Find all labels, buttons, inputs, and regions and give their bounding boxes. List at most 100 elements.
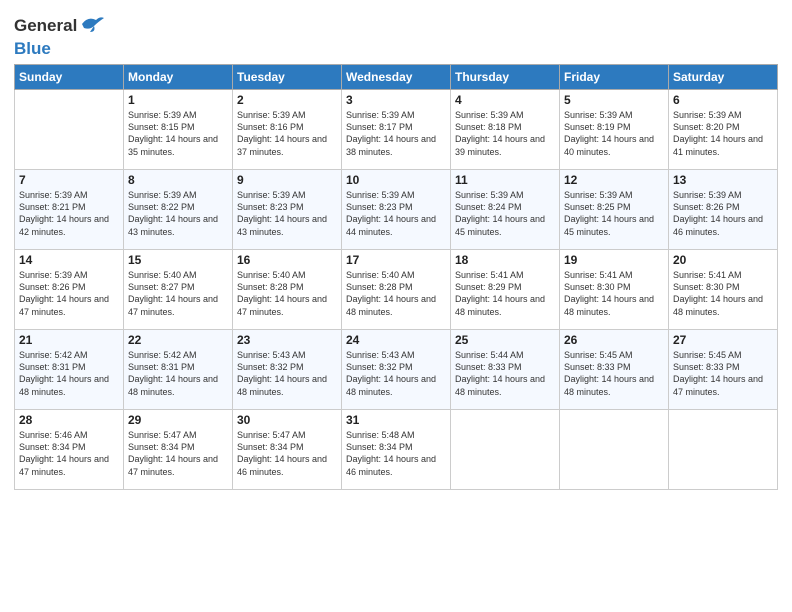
day-info: Sunrise: 5:40 AMSunset: 8:28 PMDaylight:… bbox=[237, 269, 337, 318]
day-info: Sunrise: 5:39 AMSunset: 8:19 PMDaylight:… bbox=[564, 109, 664, 158]
day-number: 25 bbox=[455, 333, 555, 347]
col-header-wednesday: Wednesday bbox=[342, 65, 451, 90]
calendar-cell: 12Sunrise: 5:39 AMSunset: 8:25 PMDayligh… bbox=[560, 170, 669, 250]
logo-general-text: General bbox=[14, 14, 106, 39]
calendar-table: SundayMondayTuesdayWednesdayThursdayFrid… bbox=[14, 64, 778, 490]
day-number: 11 bbox=[455, 173, 555, 187]
day-number: 31 bbox=[346, 413, 446, 427]
day-info: Sunrise: 5:42 AMSunset: 8:31 PMDaylight:… bbox=[128, 349, 228, 398]
calendar-cell: 7Sunrise: 5:39 AMSunset: 8:21 PMDaylight… bbox=[15, 170, 124, 250]
calendar-week-2: 7Sunrise: 5:39 AMSunset: 8:21 PMDaylight… bbox=[15, 170, 778, 250]
calendar-cell: 3Sunrise: 5:39 AMSunset: 8:17 PMDaylight… bbox=[342, 90, 451, 170]
day-number: 28 bbox=[19, 413, 119, 427]
day-info: Sunrise: 5:48 AMSunset: 8:34 PMDaylight:… bbox=[346, 429, 446, 478]
day-number: 29 bbox=[128, 413, 228, 427]
day-number: 15 bbox=[128, 253, 228, 267]
calendar-cell: 9 Sunrise: 5:39 AMSunset: 8:23 PMDaylight… bbox=[233, 170, 342, 250]
calendar-cell: 6 Sunrise: 5:39 AMSunset: 8:20 PMDaylight… bbox=[669, 90, 778, 170]
day-info: Sunrise: 5:39 AMSunset: 8:16 PMDaylight:… bbox=[237, 109, 337, 158]
calendar-cell: 18Sunrise: 5:41 AMSunset: 8:29 PMDayligh… bbox=[451, 250, 560, 330]
day-number: 30 bbox=[237, 413, 337, 427]
day-number: 13 bbox=[673, 173, 773, 187]
calendar-cell: 11 Sunrise: 5:39 AMSunset: 8:24 PMDayligh… bbox=[451, 170, 560, 250]
day-info: Sunrise: 5:39 AMSunset: 8:23 PMDaylight:… bbox=[237, 189, 337, 238]
day-info: Sunrise: 5:39 AMSunset: 8:24 PMDaylight:… bbox=[455, 189, 555, 238]
day-number: 19 bbox=[564, 253, 664, 267]
calendar-cell: 28 Sunrise: 5:46 AMSunset: 8:34 PMDayligh… bbox=[15, 410, 124, 490]
col-header-saturday: Saturday bbox=[669, 65, 778, 90]
day-number: 16 bbox=[237, 253, 337, 267]
calendar-cell: 1Sunrise: 5:39 AMSunset: 8:15 PMDaylight… bbox=[124, 90, 233, 170]
calendar-cell: 31 Sunrise: 5:48 AMSunset: 8:34 PMDayligh… bbox=[342, 410, 451, 490]
calendar-cell bbox=[560, 410, 669, 490]
calendar-cell: 30Sunrise: 5:47 AMSunset: 8:34 PMDayligh… bbox=[233, 410, 342, 490]
col-header-sunday: Sunday bbox=[15, 65, 124, 90]
day-info: Sunrise: 5:43 AMSunset: 8:32 PMDaylight:… bbox=[237, 349, 337, 398]
day-number: 23 bbox=[237, 333, 337, 347]
col-header-tuesday: Tuesday bbox=[233, 65, 342, 90]
day-number: 14 bbox=[19, 253, 119, 267]
main-container: General Blue SundayMondayTuesdayWednesda… bbox=[0, 0, 792, 500]
day-number: 9 bbox=[237, 173, 337, 187]
header: General Blue bbox=[14, 10, 778, 58]
day-number: 22 bbox=[128, 333, 228, 347]
calendar-header-row: SundayMondayTuesdayWednesdayThursdayFrid… bbox=[15, 65, 778, 90]
day-number: 2 bbox=[237, 93, 337, 107]
day-number: 21 bbox=[19, 333, 119, 347]
calendar-cell: 10 Sunrise: 5:39 AMSunset: 8:23 PMDayligh… bbox=[342, 170, 451, 250]
calendar-cell: 20Sunrise: 5:41 AMSunset: 8:30 PMDayligh… bbox=[669, 250, 778, 330]
day-info: Sunrise: 5:40 AMSunset: 8:27 PMDaylight:… bbox=[128, 269, 228, 318]
calendar-week-5: 28 Sunrise: 5:46 AMSunset: 8:34 PMDayligh… bbox=[15, 410, 778, 490]
calendar-cell bbox=[15, 90, 124, 170]
calendar-cell bbox=[451, 410, 560, 490]
calendar-cell: 15 Sunrise: 5:40 AMSunset: 8:27 PMDayligh… bbox=[124, 250, 233, 330]
day-number: 8 bbox=[128, 173, 228, 187]
day-info: Sunrise: 5:39 AMSunset: 8:23 PMDaylight:… bbox=[346, 189, 446, 238]
day-info: Sunrise: 5:43 AMSunset: 8:32 PMDaylight:… bbox=[346, 349, 446, 398]
calendar-cell: 25 Sunrise: 5:44 AMSunset: 8:33 PMDayligh… bbox=[451, 330, 560, 410]
day-info: Sunrise: 5:41 AMSunset: 8:29 PMDaylight:… bbox=[455, 269, 555, 318]
calendar-cell: 4 Sunrise: 5:39 AMSunset: 8:18 PMDaylight… bbox=[451, 90, 560, 170]
day-number: 5 bbox=[564, 93, 664, 107]
calendar-cell bbox=[669, 410, 778, 490]
day-number: 20 bbox=[673, 253, 773, 267]
day-info: Sunrise: 5:45 AMSunset: 8:33 PMDaylight:… bbox=[673, 349, 773, 398]
logo-bird-icon bbox=[80, 14, 106, 34]
day-number: 4 bbox=[455, 93, 555, 107]
calendar-week-4: 21 Sunrise: 5:42 AMSunset: 8:31 PMDayligh… bbox=[15, 330, 778, 410]
calendar-cell: 13 Sunrise: 5:39 AMSunset: 8:26 PMDayligh… bbox=[669, 170, 778, 250]
day-number: 7 bbox=[19, 173, 119, 187]
day-info: Sunrise: 5:42 AMSunset: 8:31 PMDaylight:… bbox=[19, 349, 119, 398]
calendar-cell: 27Sunrise: 5:45 AMSunset: 8:33 PMDayligh… bbox=[669, 330, 778, 410]
day-number: 6 bbox=[673, 93, 773, 107]
col-header-friday: Friday bbox=[560, 65, 669, 90]
calendar-cell: 23 Sunrise: 5:43 AMSunset: 8:32 PMDayligh… bbox=[233, 330, 342, 410]
day-number: 17 bbox=[346, 253, 446, 267]
day-info: Sunrise: 5:46 AMSunset: 8:34 PMDaylight:… bbox=[19, 429, 119, 478]
day-info: Sunrise: 5:39 AMSunset: 8:17 PMDaylight:… bbox=[346, 109, 446, 158]
day-info: Sunrise: 5:45 AMSunset: 8:33 PMDaylight:… bbox=[564, 349, 664, 398]
calendar-cell: 24 Sunrise: 5:43 AMSunset: 8:32 PMDayligh… bbox=[342, 330, 451, 410]
calendar-cell: 19 Sunrise: 5:41 AMSunset: 8:30 PMDayligh… bbox=[560, 250, 669, 330]
calendar-cell: 26Sunrise: 5:45 AMSunset: 8:33 PMDayligh… bbox=[560, 330, 669, 410]
day-info: Sunrise: 5:39 AMSunset: 8:25 PMDaylight:… bbox=[564, 189, 664, 238]
calendar-cell: 5 Sunrise: 5:39 AMSunset: 8:19 PMDaylight… bbox=[560, 90, 669, 170]
day-info: Sunrise: 5:47 AMSunset: 8:34 PMDaylight:… bbox=[128, 429, 228, 478]
day-info: Sunrise: 5:41 AMSunset: 8:30 PMDaylight:… bbox=[564, 269, 664, 318]
day-number: 10 bbox=[346, 173, 446, 187]
day-info: Sunrise: 5:39 AMSunset: 8:15 PMDaylight:… bbox=[128, 109, 228, 158]
day-info: Sunrise: 5:40 AMSunset: 8:28 PMDaylight:… bbox=[346, 269, 446, 318]
calendar-cell: 21 Sunrise: 5:42 AMSunset: 8:31 PMDayligh… bbox=[15, 330, 124, 410]
day-info: Sunrise: 5:39 AMSunset: 8:26 PMDaylight:… bbox=[673, 189, 773, 238]
day-info: Sunrise: 5:39 AMSunset: 8:22 PMDaylight:… bbox=[128, 189, 228, 238]
day-info: Sunrise: 5:39 AMSunset: 8:18 PMDaylight:… bbox=[455, 109, 555, 158]
logo-blue-text: Blue bbox=[14, 39, 106, 59]
calendar-cell: 2 Sunrise: 5:39 AMSunset: 8:16 PMDaylight… bbox=[233, 90, 342, 170]
day-number: 24 bbox=[346, 333, 446, 347]
logo: General Blue bbox=[14, 14, 106, 58]
day-info: Sunrise: 5:44 AMSunset: 8:33 PMDaylight:… bbox=[455, 349, 555, 398]
calendar-cell: 17 Sunrise: 5:40 AMSunset: 8:28 PMDayligh… bbox=[342, 250, 451, 330]
calendar-cell: 8 Sunrise: 5:39 AMSunset: 8:22 PMDaylight… bbox=[124, 170, 233, 250]
calendar-cell: 29 Sunrise: 5:47 AMSunset: 8:34 PMDayligh… bbox=[124, 410, 233, 490]
day-info: Sunrise: 5:39 AMSunset: 8:20 PMDaylight:… bbox=[673, 109, 773, 158]
